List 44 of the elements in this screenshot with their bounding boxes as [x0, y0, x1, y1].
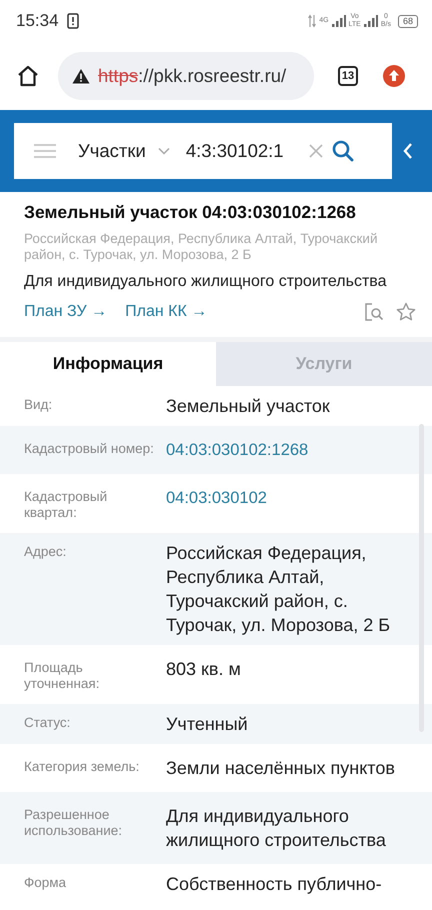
field-value: Земли населённых пунктов: [166, 757, 396, 780]
clock-time: 15:34: [16, 11, 59, 31]
field-label: Площадь уточненная:: [24, 659, 100, 692]
clear-icon[interactable]: [308, 143, 324, 159]
field-value: Российская Федерация, Республика Алтай, Турочакский район, с. Турочак, ул. Морозова, 2 Б: [166, 542, 392, 637]
parcel-address: Российская Федерация, Республика Алтай, Турочакский район, с. Турочак, ул. Морозова, 2 Б: [24, 231, 378, 263]
document-search-icon[interactable]: [364, 302, 384, 322]
phone-alert-icon: [66, 13, 79, 29]
field-value: Собственность публично-: [166, 873, 383, 896]
field-link[interactable]: 04:03:030102:1268: [166, 438, 408, 462]
menu-icon[interactable]: [34, 143, 56, 159]
battery-level: 68: [398, 14, 418, 28]
warning-icon: [72, 68, 90, 84]
field-value: Учтенный: [166, 713, 249, 736]
chevron-left-icon[interactable]: [402, 142, 414, 160]
chevron-down-icon: [158, 147, 170, 155]
field-value: Земельный участок: [166, 395, 331, 418]
scrollbar[interactable]: [419, 424, 424, 732]
layer-dropdown[interactable]: Участки: [78, 140, 170, 162]
home-icon[interactable]: [16, 64, 40, 88]
field-label: Кадастровый квартал:: [24, 488, 108, 521]
field-label: Форма: [24, 874, 68, 892]
address-bar[interactable]: https://pkk.rosreestr.ru/: [58, 52, 314, 100]
field-value: 803 кв. м: [166, 658, 242, 681]
field-label: Кадастровый номер:: [24, 440, 155, 458]
field-label: Адрес:: [24, 543, 68, 561]
star-icon[interactable]: [396, 302, 416, 322]
field-label: Статус:: [24, 714, 72, 732]
field-label: Вид:: [24, 396, 54, 414]
field-label: Разрешенное использование:: [24, 806, 124, 840]
data-arrows-icon: [308, 14, 316, 28]
url-text: https://pkk.rosreestr.ru/: [98, 65, 286, 87]
field-value: Для индивидуального жилищного строительства: [166, 805, 387, 852]
plan-link[interactable]: План КК →: [125, 303, 208, 321]
signal-icon: [332, 15, 346, 27]
plan-link[interactable]: План ЗУ →: [24, 303, 108, 321]
search-icon[interactable]: [332, 140, 354, 162]
tab-count-button[interactable]: 13: [338, 66, 358, 86]
field-link[interactable]: 04:03:030102: [166, 486, 408, 521]
field-label: Категория земель:: [24, 758, 140, 776]
upload-icon[interactable]: [382, 64, 406, 88]
signal-icon: [364, 15, 378, 27]
parcel-title: Земельный участок 04:03:030102:1268: [24, 202, 357, 223]
parcel-purpose: Для индивидуального жилищного строительства: [24, 273, 388, 291]
